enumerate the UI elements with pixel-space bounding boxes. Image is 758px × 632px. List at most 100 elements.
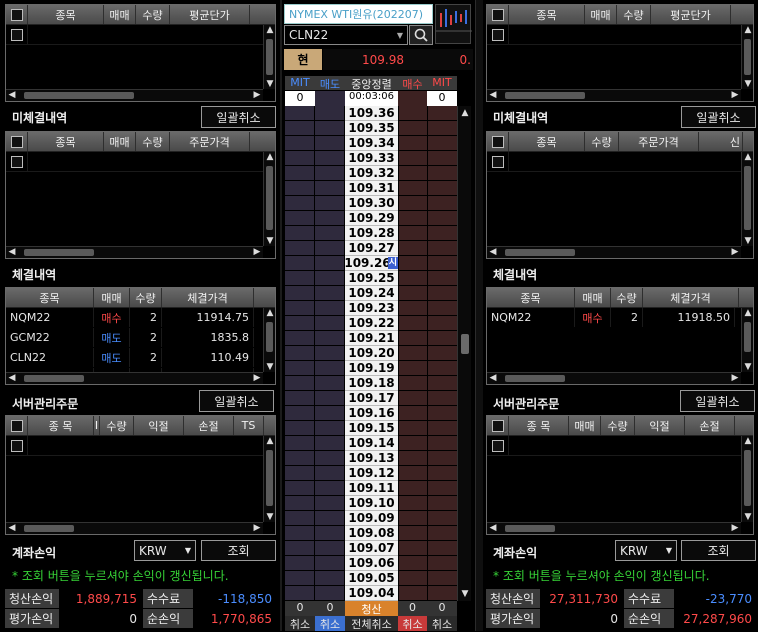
- mit-buy-cell[interactable]: [285, 346, 315, 361]
- horizontal-scrollbar[interactable]: ◀ ▶: [487, 89, 741, 101]
- sell-order-cell[interactable]: [315, 466, 345, 481]
- row-checkbox[interactable]: [491, 439, 504, 452]
- row-checkbox[interactable]: [10, 28, 23, 41]
- buy-order-cell[interactable]: [398, 526, 427, 541]
- sell-order-cell[interactable]: [315, 181, 345, 196]
- mit-sell-cell[interactable]: [427, 121, 457, 136]
- sell-order-cell[interactable]: [315, 571, 345, 586]
- mit-sell-cell[interactable]: [427, 316, 457, 331]
- symbol-select[interactable]: CLN22 ▼: [284, 25, 408, 45]
- select-all-checkbox[interactable]: [487, 132, 509, 151]
- buy-order-cell[interactable]: [398, 226, 427, 241]
- sell-order-cell[interactable]: [315, 301, 345, 316]
- buy-order-cell[interactable]: [398, 166, 427, 181]
- buy-order-cell[interactable]: [398, 331, 427, 346]
- mit-sell-cell[interactable]: [427, 451, 457, 466]
- mit-buy-header[interactable]: MIT: [285, 76, 315, 90]
- buy-order-cell[interactable]: [398, 346, 427, 361]
- mit-buy-cell[interactable]: [285, 541, 315, 556]
- horizontal-scrollbar[interactable]: ◀ ▶: [6, 372, 263, 384]
- sell-order-cell[interactable]: [315, 451, 345, 466]
- mit-sell-cell[interactable]: [427, 166, 457, 181]
- mit-buy-cell[interactable]: [285, 181, 315, 196]
- sell-order-cell[interactable]: [315, 526, 345, 541]
- buy-order-cell[interactable]: [398, 571, 427, 586]
- table-row[interactable]: [487, 436, 753, 456]
- buy-order-cell[interactable]: [398, 451, 427, 466]
- cancel-mit-sell-button[interactable]: 취소: [427, 616, 457, 631]
- buy-order-cell[interactable]: [398, 466, 427, 481]
- horizontal-scrollbar[interactable]: ◀ ▶: [6, 522, 263, 534]
- server-cancel-all-button[interactable]: 일괄취소: [199, 390, 274, 412]
- sell-order-cell[interactable]: [315, 286, 345, 301]
- mit-sell-cell[interactable]: [427, 361, 457, 376]
- mit-sell-cell[interactable]: [427, 466, 457, 481]
- cancel-all-button[interactable]: 전체취소: [345, 616, 398, 631]
- mit-buy-cell[interactable]: [285, 571, 315, 586]
- mit-buy-cell[interactable]: [285, 451, 315, 466]
- mit-buy-cell[interactable]: [285, 391, 315, 406]
- buy-order-cell[interactable]: [398, 421, 427, 436]
- buy-order-cell[interactable]: [398, 541, 427, 556]
- mit-buy-cell[interactable]: [285, 256, 315, 271]
- horizontal-scrollbar[interactable]: ◀ ▶: [487, 246, 741, 258]
- mit-sell-cell[interactable]: [427, 481, 457, 496]
- mit-sell-cell[interactable]: [427, 196, 457, 211]
- mit-sell-cell[interactable]: [427, 256, 457, 271]
- mit-buy-cell[interactable]: [285, 496, 315, 511]
- buy-order-cell[interactable]: [398, 376, 427, 391]
- sell-order-cell[interactable]: [315, 541, 345, 556]
- horizontal-scrollbar[interactable]: ◀ ▶: [487, 372, 741, 384]
- cancel-sell-button[interactable]: 취소: [315, 616, 345, 631]
- mit-buy-cell[interactable]: [285, 301, 315, 316]
- mit-buy-cell[interactable]: [285, 376, 315, 391]
- mit-buy-cell[interactable]: [285, 286, 315, 301]
- buy-order-cell[interactable]: [398, 196, 427, 211]
- table-row[interactable]: NQM22 매수 2 11914.75: [6, 308, 275, 328]
- mit-sell-cell[interactable]: [427, 181, 457, 196]
- mit-buy-cell[interactable]: [285, 421, 315, 436]
- cancel-buy-button[interactable]: 취소: [398, 616, 427, 631]
- mit-buy-cell[interactable]: [285, 136, 315, 151]
- sell-order-cell[interactable]: [315, 481, 345, 496]
- sell-order-cell[interactable]: [315, 136, 345, 151]
- buy-order-cell[interactable]: [398, 256, 427, 271]
- select-all-checkbox[interactable]: [487, 416, 509, 435]
- mit-buy-cell[interactable]: [285, 406, 315, 421]
- buy-order-cell[interactable]: [398, 496, 427, 511]
- row-checkbox[interactable]: [491, 155, 504, 168]
- sell-order-cell[interactable]: [315, 421, 345, 436]
- mit-sell-cell[interactable]: [427, 271, 457, 286]
- mit-buy-cell[interactable]: [285, 331, 315, 346]
- buy-order-cell[interactable]: [398, 511, 427, 526]
- horizontal-scrollbar[interactable]: ◀ ▶: [6, 89, 263, 101]
- mit-sell-cell[interactable]: [427, 571, 457, 586]
- sell-order-cell[interactable]: [315, 586, 345, 601]
- search-button[interactable]: [409, 25, 433, 45]
- sell-order-cell[interactable]: [315, 391, 345, 406]
- sell-order-cell[interactable]: [315, 121, 345, 136]
- mit-sell-cell[interactable]: [427, 151, 457, 166]
- buy-order-cell[interactable]: [398, 406, 427, 421]
- vertical-scrollbar[interactable]: ▲ ▼: [263, 436, 275, 522]
- mit-buy-cell[interactable]: [285, 166, 315, 181]
- row-checkbox[interactable]: [10, 439, 23, 452]
- mit-sell-cell[interactable]: [427, 511, 457, 526]
- sell-order-cell[interactable]: [315, 496, 345, 511]
- table-row[interactable]: GCM22 매도 2 1835.8: [6, 328, 275, 348]
- mit-sell-cell[interactable]: [427, 211, 457, 226]
- mit-sell-cell[interactable]: [427, 226, 457, 241]
- mit-buy-cell[interactable]: [285, 121, 315, 136]
- buy-order-cell[interactable]: [398, 481, 427, 496]
- mit-buy-cell[interactable]: [285, 526, 315, 541]
- mit-buy-cell[interactable]: [285, 361, 315, 376]
- vertical-scrollbar[interactable]: ▲ ▼: [263, 308, 275, 372]
- unfilled-cancel-all-button[interactable]: 일괄취소: [201, 106, 276, 128]
- mit-sell-cell[interactable]: [427, 286, 457, 301]
- mit-sell-cell[interactable]: [427, 106, 457, 121]
- mit-buy-cell[interactable]: [285, 556, 315, 571]
- buy-order-cell[interactable]: [398, 181, 427, 196]
- buy-order-cell[interactable]: [398, 316, 427, 331]
- table-row[interactable]: CLN22 매도 2 110.49: [6, 348, 275, 368]
- sell-order-cell[interactable]: [315, 166, 345, 181]
